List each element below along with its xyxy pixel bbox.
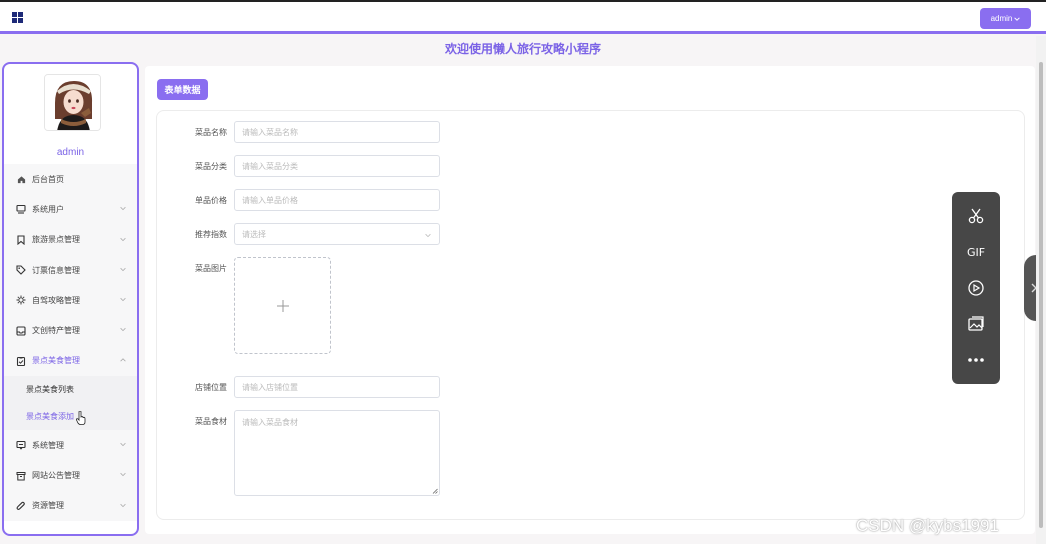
chevron-down-icon [120, 237, 126, 241]
chevron-down-icon [120, 298, 126, 302]
form-data-tag: 表单数据 [157, 79, 208, 100]
recommend-label: 推荐指数 [195, 230, 227, 239]
chevron-up-icon [120, 358, 126, 362]
sun-icon [16, 295, 26, 305]
tag-icon [16, 265, 26, 275]
name-label: 菜品名称 [195, 128, 227, 137]
main-panel: 表单数据 菜品名称 请输入菜品名称 菜品分类 请输入菜品分类 单品价格 请输入单… [145, 66, 1035, 534]
sidebar-item-label: 文创特产管理 [32, 326, 80, 336]
ingredients-label: 菜品食材 [195, 417, 227, 426]
sidebar-item-home[interactable]: 后台首页 [4, 164, 137, 194]
price-input[interactable]: 请输入单品价格 [234, 189, 440, 211]
category-label: 菜品分类 [195, 162, 227, 171]
sidebar-item-label: 自驾攻略管理 [32, 295, 80, 305]
sidebar-subitem-food-add[interactable]: 景点美食添加 [4, 403, 137, 431]
menu-grid-icon[interactable] [12, 12, 23, 23]
sidebar-item-label: 订票信息管理 [32, 265, 80, 275]
ingredients-textarea[interactable]: 请输入菜品食材 [234, 410, 440, 496]
sidebar-item-system-users[interactable]: 系统用户 [4, 194, 137, 224]
sidebar-item-tickets[interactable]: 订票信息管理 [4, 255, 137, 285]
chevron-down-icon [120, 442, 126, 447]
sidebar-item-drive-guides[interactable]: 自驾攻略管理 [4, 285, 137, 315]
ingredients-placeholder: 请输入菜品食材 [242, 418, 298, 427]
more-icon[interactable] [966, 350, 986, 370]
hand-cursor-icon [76, 411, 86, 425]
food-form: 菜品名称 请输入菜品名称 菜品分类 请输入菜品分类 单品价格 请输入单品价格 推… [156, 110, 1025, 520]
archive-icon [16, 471, 26, 481]
watermark: CSDN @kybs1991 [856, 516, 999, 535]
image-icon[interactable] [966, 314, 986, 334]
chevron-down-icon [120, 503, 126, 507]
sidebar-subitem-label: 景点美食列表 [26, 385, 74, 395]
dish-category-input[interactable]: 请输入菜品分类 [234, 155, 440, 177]
sidebar-item-announcements[interactable]: 网站公告管理 [4, 460, 137, 490]
admin-name: admin [56, 147, 85, 158]
sidebar-item-label: 旅游景点管理 [32, 235, 80, 245]
bookmark-icon [16, 235, 26, 245]
sidebar-item-scenic-spots[interactable]: 旅游景点管理 [4, 225, 137, 255]
paperclip-icon [16, 501, 26, 511]
chevron-down-icon [120, 473, 126, 477]
sidebar-subitem-label: 景点美食添加 [26, 412, 74, 422]
sidebar-item-label: 后台首页 [32, 174, 64, 184]
scrollbar-thumb[interactable] [1039, 62, 1043, 528]
location-input[interactable]: 请输入店铺位置 [234, 376, 440, 398]
location-placeholder: 请输入店铺位置 [242, 382, 298, 392]
price-placeholder: 请输入单品价格 [242, 195, 298, 205]
avatar [44, 74, 101, 131]
image-upload[interactable] [234, 257, 331, 354]
dish-name-placeholder: 请输入菜品名称 [242, 127, 298, 137]
dish-category-placeholder: 请输入菜品分类 [242, 161, 298, 171]
sidebar-menu: 后台首页 系统用户 旅游景点管理 订票信息管理 自驾攻略管理 文创特产管理 景点… [4, 164, 137, 521]
chevron-down-icon [120, 328, 126, 332]
floating-toolbar: GIF [952, 192, 1000, 384]
clipboard-icon [16, 356, 26, 366]
image-label: 菜品图片 [195, 264, 227, 273]
price-label: 单品价格 [195, 196, 227, 205]
sidebar: admin 后台首页 系统用户 旅游景点管理 订票信息管理 自驾攻略管理 文创特… [2, 62, 139, 536]
sidebar-item-food[interactable]: 景点美食管理 [4, 346, 137, 376]
home-icon [16, 174, 26, 184]
user-menu-button[interactable]: admin [980, 8, 1031, 29]
monitor-icon [16, 204, 26, 214]
sidebar-item-label: 资源管理 [32, 501, 64, 511]
page-title: 欢迎使用懒人旅行攻略小程序 [444, 42, 601, 56]
sidebar-subitem-food-list[interactable]: 景点美食列表 [4, 376, 137, 404]
recommend-select[interactable]: 请选择 [234, 223, 440, 245]
top-bar: admin [0, 0, 1046, 34]
inbox-icon [16, 326, 26, 336]
record-icon[interactable] [966, 278, 986, 298]
gif-button[interactable]: GIF [966, 242, 986, 262]
user-menu-label: admin [990, 14, 1013, 23]
sidebar-item-system[interactable]: 系统管理 [4, 430, 137, 460]
sidebar-item-label: 系统管理 [32, 440, 64, 450]
chevron-down-icon [120, 207, 126, 211]
sidebar-item-label: 景点美食管理 [32, 356, 80, 366]
chevron-down-icon [1014, 16, 1021, 21]
resize-handle-icon[interactable] [432, 488, 438, 494]
chevron-down-icon [120, 267, 126, 272]
scissors-icon[interactable] [966, 206, 986, 226]
sidebar-item-label: 网站公告管理 [32, 471, 80, 481]
plus-icon [276, 299, 289, 312]
dish-name-input[interactable]: 请输入菜品名称 [234, 121, 440, 143]
message-icon [16, 440, 26, 450]
sidebar-item-specialties[interactable]: 文创特产管理 [4, 315, 137, 345]
sidebar-item-label: 系统用户 [32, 204, 64, 214]
sidebar-item-resources[interactable]: 资源管理 [4, 491, 137, 521]
page-scrollbar[interactable] [1036, 36, 1046, 544]
location-label: 店铺位置 [195, 383, 227, 392]
chevron-down-icon [425, 233, 431, 238]
recommend-placeholder: 请选择 [242, 229, 266, 239]
